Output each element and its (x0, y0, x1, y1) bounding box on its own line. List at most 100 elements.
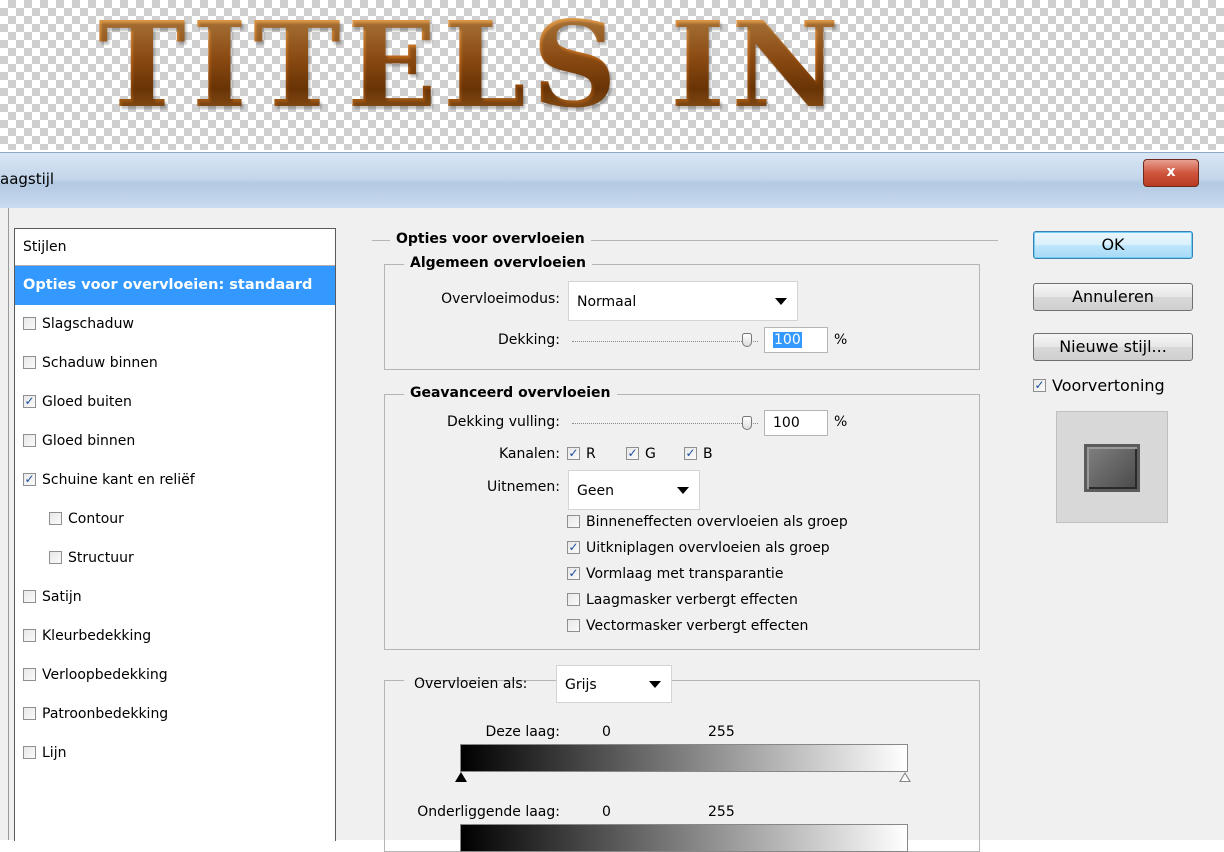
checkbox-icon[interactable] (23, 628, 36, 642)
style-item[interactable]: Satijn (15, 578, 335, 617)
preview-checkbox[interactable]: Voorvertoning (1033, 376, 1165, 395)
this-layer-white-slider[interactable] (899, 772, 911, 782)
channel-r-checkbox[interactable]: R (567, 446, 596, 462)
channels-label: Kanalen: (498, 446, 560, 462)
style-item[interactable]: Gloed binnen (15, 422, 335, 461)
advanced-option-label: Vormlaag met transparantie (586, 566, 784, 582)
fill-opacity-slider-thumb[interactable] (742, 416, 752, 430)
style-item-label: Schuine kant en reliëf (42, 472, 195, 488)
dialog-titlebar (0, 152, 1224, 209)
checkbox-icon (567, 618, 580, 632)
opacity-slider-thumb[interactable] (742, 333, 752, 347)
style-item-label: Structuur (68, 550, 134, 566)
checkbox-icon[interactable] (23, 589, 36, 603)
chevron-down-icon (775, 298, 787, 305)
style-item-label: Slagschaduw (42, 316, 134, 332)
underlying-layer-label: Onderliggende laag: (417, 804, 560, 820)
general-blending-title: Algemeen overvloeien (404, 255, 593, 271)
chevron-down-icon (677, 487, 689, 494)
blend-mode-label: Overvloeimodus: (441, 291, 560, 307)
style-item-label: Satijn (42, 589, 82, 605)
preview-swatch (1084, 444, 1140, 492)
cancel-button[interactable]: Annuleren (1033, 283, 1193, 311)
style-item[interactable]: Opties voor overvloeien: standaard (15, 266, 335, 305)
style-item[interactable]: Gloed buiten (15, 383, 335, 422)
knockout-value: Geen (577, 483, 614, 499)
checkbox-icon (567, 446, 580, 460)
opacity-value: 100 (773, 332, 802, 348)
style-item-label: Contour (68, 511, 124, 527)
style-item-label: Schaduw binnen (42, 355, 158, 371)
style-item[interactable]: Schaduw binnen (15, 344, 335, 383)
style-item[interactable]: Structuur (15, 539, 335, 578)
checkbox-icon[interactable] (23, 355, 36, 369)
advanced-option-checkbox[interactable]: Binneneffecten overvloeien als groep (567, 514, 848, 530)
this-layer-min: 0 (602, 724, 611, 740)
advanced-option-label: Vectormasker verbergt effecten (586, 618, 809, 634)
opacity-unit: % (834, 332, 848, 348)
checkbox-icon[interactable] (23, 433, 36, 447)
checkbox-icon[interactable] (23, 472, 36, 486)
style-item[interactable]: Schuine kant en reliëf (15, 461, 335, 500)
channel-g-label: G (645, 446, 656, 462)
fill-opacity-input[interactable]: 100 (764, 410, 828, 436)
style-item-label: Gloed buiten (42, 394, 132, 410)
advanced-option-checkbox[interactable]: Vectormasker verbergt effecten (567, 618, 808, 634)
style-item[interactable]: Patroonbedekking (15, 695, 335, 734)
styles-list: Opties voor overvloeien: standaard Slagsc… (15, 266, 335, 773)
style-item-label: Opties voor overvloeien: standaard (23, 277, 313, 293)
advanced-blending-title: Geavanceerd overvloeien (404, 385, 617, 401)
opacity-label: Dekking: (498, 332, 560, 348)
checkbox-icon[interactable] (23, 667, 36, 681)
style-item-label: Patroonbedekking (42, 706, 169, 722)
style-preview (1056, 411, 1168, 523)
checkbox-icon (684, 446, 697, 460)
fill-opacity-label: Dekking vulling: (446, 414, 560, 430)
style-item[interactable]: Contour (15, 500, 335, 539)
advanced-option-label: Laagmasker verbergt effecten (586, 592, 798, 608)
new-style-button[interactable]: Nieuwe stijl... (1033, 333, 1193, 361)
knockout-select[interactable]: Geen (568, 470, 700, 510)
checkbox-icon[interactable] (23, 706, 36, 720)
checkbox-icon (567, 514, 580, 528)
opacity-input[interactable]: 100 (764, 327, 828, 353)
checkbox-icon (567, 566, 580, 580)
advanced-option-checkbox[interactable]: Vormlaag met transparantie (567, 566, 783, 582)
style-item-label: Lijn (42, 745, 67, 761)
channel-g-checkbox[interactable]: G (626, 446, 656, 462)
advanced-option-checkbox[interactable]: Laagmasker verbergt effecten (567, 592, 798, 608)
blend-mode-value: Normaal (577, 294, 637, 310)
fill-opacity-unit: % (834, 414, 848, 430)
knockout-label: Uitnemen: (487, 479, 560, 495)
underlying-layer-gradient (460, 824, 908, 852)
checkbox-icon[interactable] (49, 550, 62, 564)
this-layer-gradient (460, 744, 908, 772)
close-button[interactable]: x (1143, 159, 1199, 187)
style-item[interactable]: Kleurbedekking (15, 617, 335, 656)
fill-opacity-slider-track[interactable] (572, 423, 758, 425)
style-item[interactable]: Slagschaduw (15, 305, 335, 344)
preview-label: Voorvertoning (1052, 376, 1165, 395)
checkbox-icon[interactable] (23, 316, 36, 330)
channel-b-checkbox[interactable]: B (684, 446, 713, 462)
style-item[interactable]: Lijn (15, 734, 335, 773)
checkbox-icon[interactable] (23, 394, 36, 408)
checkbox-icon[interactable] (49, 511, 62, 525)
blend-if-select[interactable]: Grijs (556, 665, 672, 703)
blend-mode-select[interactable]: Normaal (568, 281, 798, 321)
channel-r-label: R (586, 446, 596, 462)
underlying-layer-max: 255 (708, 804, 735, 820)
styles-header: Stijlen (15, 229, 335, 266)
advanced-option-label: Binneneffecten overvloeien als groep (586, 514, 848, 530)
opacity-slider-track[interactable] (572, 341, 758, 343)
checkbox-icon (626, 446, 639, 460)
underlying-layer-min: 0 (602, 804, 611, 820)
style-item[interactable]: Verloopbedekking (15, 656, 335, 695)
this-layer-black-slider[interactable] (455, 772, 467, 782)
blend-if-label: Overvloeien als: (414, 676, 528, 692)
checkbox-icon[interactable] (23, 745, 36, 759)
ok-button[interactable]: OK (1033, 231, 1193, 259)
dialog-title: aagstijl (0, 170, 55, 188)
checkbox-icon (1033, 379, 1046, 392)
advanced-option-checkbox[interactable]: Uitkniplagen overvloeien als groep (567, 540, 830, 556)
